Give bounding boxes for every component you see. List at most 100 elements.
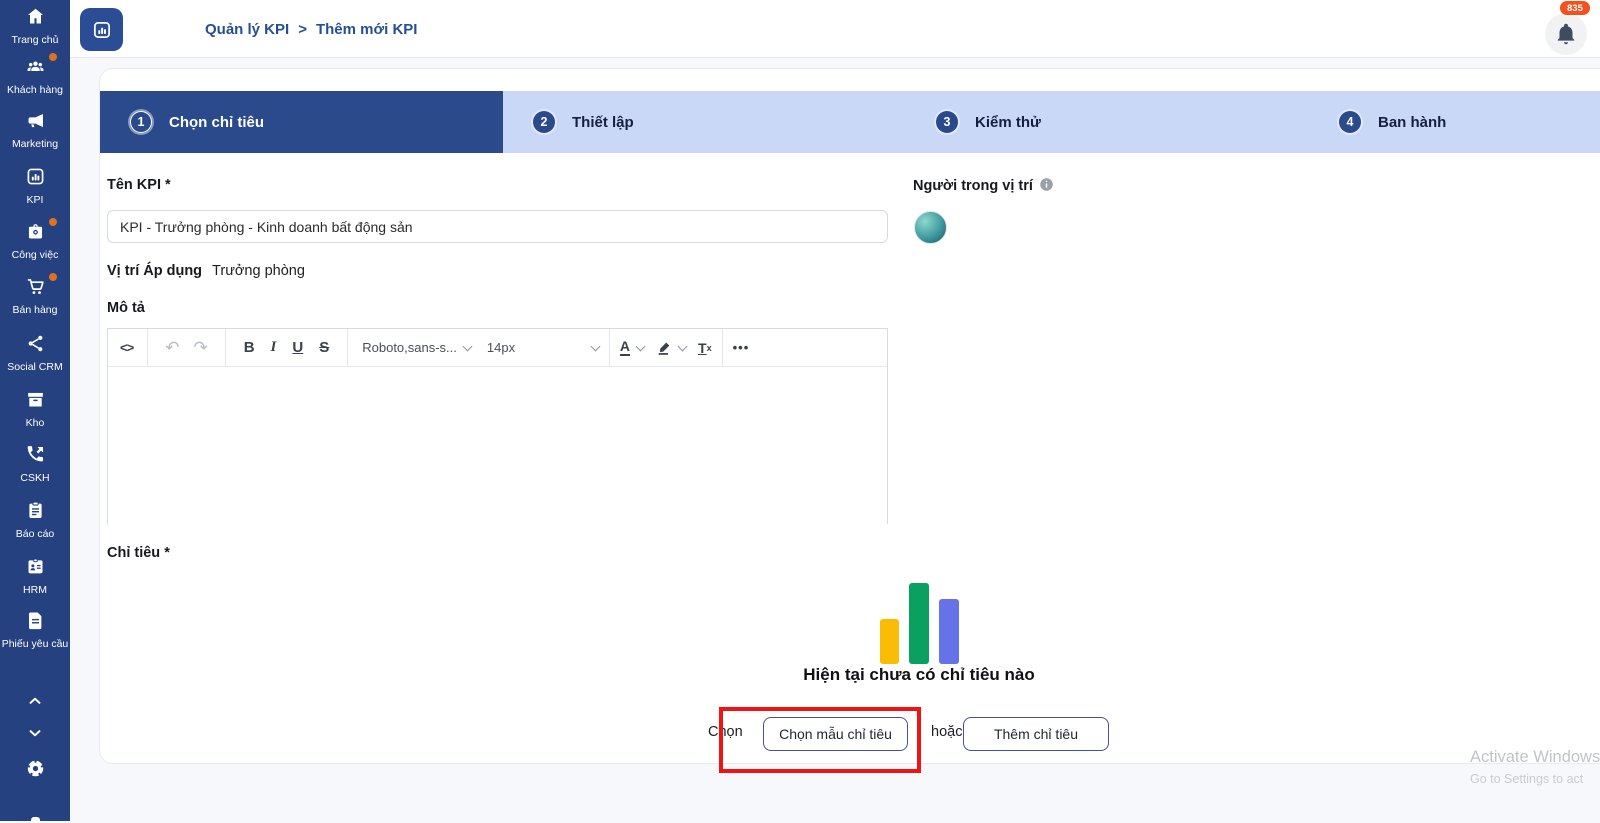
chevron-down-icon[interactable]	[677, 341, 688, 351]
empty-bar-green	[909, 583, 929, 664]
sidebar-item-social-crm[interactable]: Social CRM	[0, 333, 70, 374]
sidebar-item-kpi[interactable]: KPI	[0, 166, 70, 207]
notification-dot	[49, 218, 57, 226]
sidebar-item-label: Bán hàng	[12, 304, 58, 316]
kpi-chart-icon	[23, 166, 47, 188]
font-size-dropdown[interactable]: 14px	[486, 340, 601, 355]
person-in-position-text: Người trong vị trí	[913, 178, 1033, 194]
breadcrumb: Quản lý KPI > Thêm mới KPI	[205, 0, 417, 58]
cart-icon	[23, 273, 57, 298]
info-icon[interactable]	[1039, 177, 1054, 192]
description-editor-body[interactable]	[108, 367, 887, 524]
toolbar-separator	[721, 329, 723, 366]
activate-windows-text: Activate Windows	[1470, 748, 1600, 766]
document-icon	[23, 610, 47, 632]
step-label: Ban hành	[1378, 113, 1447, 131]
notification-bell-button[interactable]	[1545, 13, 1587, 55]
kpi-app-tile[interactable]	[80, 8, 123, 51]
toolbar-separator	[224, 329, 226, 366]
sidebar-item-tasks[interactable]: Công việc	[0, 218, 70, 262]
sidebar-item-hrm[interactable]: HRM	[0, 556, 70, 597]
sidebar-item-reports[interactable]: Báo cáo	[0, 500, 70, 541]
chevron-down-icon[interactable]	[635, 341, 646, 351]
position-applied-value: Trưởng phòng	[212, 263, 305, 279]
redo-button[interactable]: ↷	[193, 338, 207, 358]
avatar[interactable]	[914, 211, 947, 244]
sidebar-item-label: Báo cáo	[15, 528, 55, 540]
sidebar-item-label: Khách hàng	[6, 84, 64, 96]
add-target-button[interactable]: Thêm chỉ tiêu	[963, 717, 1109, 751]
sidebar-scroll-down[interactable]	[0, 724, 70, 747]
font-size-value: 14px	[486, 340, 516, 355]
notification-dot	[49, 53, 57, 61]
step-number: 4	[1339, 111, 1361, 133]
font-family-dropdown[interactable]: Roboto,sans-s...	[362, 340, 473, 355]
breadcrumb-separator: >	[298, 20, 307, 38]
clear-formatting-button[interactable]: Tx	[698, 340, 712, 356]
home-icon	[23, 6, 47, 28]
step-4-ban-hanh[interactable]: 4 Ban hành	[1309, 91, 1600, 153]
undo-button[interactable]: ↶	[165, 338, 179, 358]
kpi-name-input[interactable]	[107, 210, 888, 243]
sidebar-item-label: Marketing	[11, 138, 59, 150]
megaphone-icon	[23, 110, 47, 132]
step-number: 1	[130, 111, 152, 133]
empty-bar-blue	[939, 599, 959, 664]
text-color-button[interactable]: A	[619, 338, 631, 357]
breadcrumb-current: Thêm mới KPI	[315, 20, 418, 38]
strikethrough-button[interactable]: S	[319, 339, 329, 356]
toolbar-separator	[347, 329, 349, 366]
step-label: Kiểm thử	[975, 113, 1041, 131]
person-in-position-label: Người trong vị trí	[913, 177, 1054, 194]
chevron-down-icon	[23, 724, 47, 746]
kpi-chart-icon	[93, 21, 110, 38]
step-3-kiem-thu[interactable]: 3 Kiểm thử	[906, 91, 1309, 153]
sidebar-item-cskh[interactable]: CSKH	[0, 444, 70, 485]
breadcrumb-parent[interactable]: Quản lý KPI	[205, 21, 289, 38]
step-number: 2	[533, 111, 555, 133]
or-text: hoặc	[931, 724, 963, 740]
bell-icon	[1557, 23, 1575, 45]
sidebar-scroll-up[interactable]	[0, 692, 70, 715]
kpi-form-card: 1 Chọn chỉ tiêu 2 Thiết lập 3 Kiểm thử 4…	[99, 68, 1600, 773]
toolbar-separator	[608, 329, 610, 366]
notification-badge: 835	[1560, 1, 1590, 15]
underline-button[interactable]: U	[292, 339, 303, 356]
archive-box-icon	[23, 389, 47, 411]
step-1-chon-chi-tieu[interactable]: 1 Chọn chỉ tiêu	[100, 91, 503, 153]
code-view-button[interactable]: <>	[120, 340, 134, 355]
italic-button[interactable]: I	[271, 339, 277, 356]
id-badge-icon	[23, 556, 47, 578]
sidebar-item-marketing[interactable]: Marketing	[0, 110, 70, 151]
sidebar: Trang chủ Khách hàng Marketing KPI Công …	[0, 0, 70, 823]
sidebar-item-warehouse[interactable]: Kho	[0, 389, 70, 430]
sidebar-item-request-tickets[interactable]: Phiếu yêu cầu	[0, 610, 70, 651]
bold-button[interactable]: B	[244, 339, 255, 356]
sidebar-support[interactable]	[0, 758, 70, 784]
top-bar: Quản lý KPI > Thêm mới KPI 835	[70, 0, 1600, 58]
editor-toolbar: <> ↶ ↷ B I U S Roboto,sans-s... 14px A T…	[108, 329, 887, 367]
partial-icon	[31, 817, 40, 823]
choose-template-button[interactable]: Chọn mẫu chỉ tiêu	[763, 717, 908, 751]
phone-support-icon	[23, 444, 47, 466]
sidebar-item-customers[interactable]: Khách hàng	[0, 53, 70, 97]
toolbar-separator	[147, 329, 149, 366]
step-label: Thiết lập	[572, 113, 634, 131]
empty-state-title: Hiện tại chưa có chỉ tiêu nào	[803, 665, 1035, 684]
notification-dot	[49, 273, 57, 281]
sidebar-item-home[interactable]: Trang chủ	[0, 6, 70, 47]
chevron-down-icon	[590, 341, 601, 351]
people-icon	[23, 53, 57, 78]
font-family-value: Roboto,sans-s...	[362, 340, 457, 355]
more-tools-button[interactable]: •••	[733, 340, 750, 355]
kpi-name-label: Tên KPI *	[107, 177, 171, 193]
sidebar-item-sales[interactable]: Bán hàng	[0, 273, 70, 317]
sidebar-item-label: Social CRM	[7, 361, 63, 373]
highlight-color-button[interactable]	[656, 340, 672, 356]
share-icon	[23, 333, 47, 355]
position-applied-label: Vị trí Áp dụng	[107, 263, 203, 279]
briefcase-icon	[23, 218, 57, 243]
empty-bar-yellow	[880, 619, 899, 664]
description-editor: <> ↶ ↷ B I U S Roboto,sans-s... 14px A T…	[107, 328, 888, 524]
step-2-thiet-lap[interactable]: 2 Thiết lập	[503, 91, 906, 153]
